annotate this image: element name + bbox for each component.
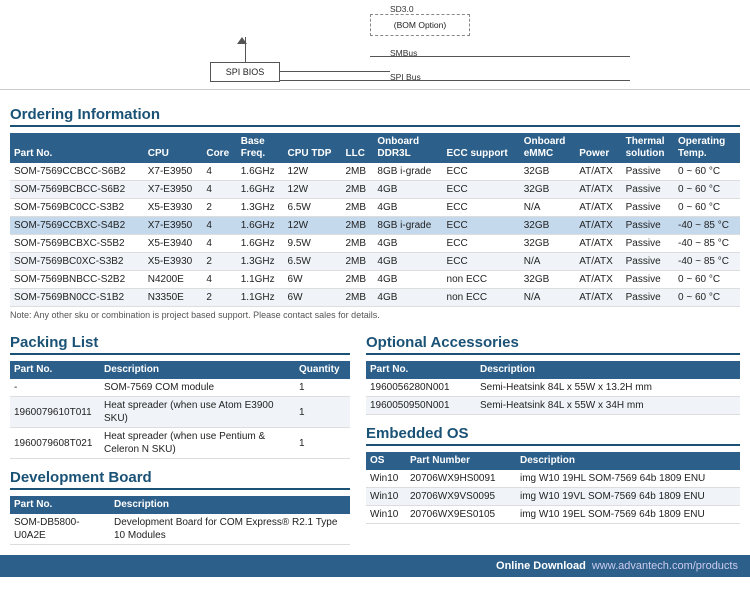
col-ecc: ECC support [443,133,520,163]
dev-col-desc: Description [110,496,350,514]
embedded-os-section: Embedded OS OS Part Number Description W… [366,425,740,524]
table-row: SOM-7569BN0CC-S1B2N3350E21.1GHz6W2MB4GBn… [10,289,740,307]
table-row: Win1020706WX9VS0095img W10 19VL SOM-7569… [366,488,740,506]
table-row: SOM-7569BC0XC-S3B2X5-E393021.3GHz6.5W2MB… [10,253,740,271]
col-core: Core [202,133,236,163]
h-arrow [280,71,390,72]
table-row: SOM-DB5800-U0A2EDevelopment Board for CO… [10,514,350,545]
col-freq: BaseFreq. [237,133,284,163]
optional-header-row: Part No. Description [366,361,740,379]
col-ddr: OnboardDDR3L [373,133,442,163]
table-row: SOM-7569BCBXC-S5B2X5-E394041.6GHz9.5W2MB… [10,235,740,253]
col-temp: OperatingTemp. [674,133,740,163]
table-row: SOM-7569CCBXC-S4B2X7-E395041.6GHz12W2MB8… [10,217,740,235]
opt-col-part: Part No. [366,361,476,379]
table-row: Win1020706WX9ES0105img W10 19EL SOM-7569… [366,506,740,524]
table-row: -SOM-7569 COM module1 [10,379,350,397]
col-cpu: CPU [144,133,203,163]
embedded-os-title: Embedded OS [366,425,740,446]
packing-title: Packing List [10,334,350,355]
os-header-row: OS Part Number Description [366,452,740,470]
sd30-label: SD3.0 [390,4,414,14]
packing-table: Part No. Description Quantity -SOM-7569 … [10,361,350,459]
os-col-os: OS [366,452,406,470]
devboard-header-row: Part No. Description [10,496,350,514]
pack-col-desc: Description [100,361,295,379]
os-col-partnum: Part Number [406,452,516,470]
footer-label: Online Download [496,560,586,572]
col-power: Power [575,133,621,163]
lower-section: Packing List Part No. Description Quanti… [10,326,740,545]
pack-col-part: Part No. [10,361,100,379]
table-row: SOM-7569BNBCC-S2B2N4200E41.1GHz6W2MB4GBn… [10,271,740,289]
diagram-section: SD3.0 (BOM Option) SMBus SPI BIOS SPI Bu… [0,0,750,90]
table-row: 1960056280N001Semi-Heatsink 84L x 55W x … [366,379,740,397]
dev-col-part: Part No. [10,496,110,514]
optional-table: Part No. Description 1960056280N001Semi-… [366,361,740,415]
col-emmc: OnboardeMMC [520,133,575,163]
table-row: SOM-7569BC0CC-S3B2X5-E393021.3GHz6.5W2MB… [10,199,740,217]
col-part: Part No. [10,133,144,163]
ordering-header-row: Part No. CPU Core BaseFreq. CPU TDP LLC … [10,133,740,163]
right-column: Optional Accessories Part No. Descriptio… [366,326,740,545]
ordering-table: Part No. CPU Core BaseFreq. CPU TDP LLC … [10,133,740,307]
arrow-up [237,37,247,44]
table-row: SOM-7569CCBCC-S6B2X7-E395041.6GHz12W2MB8… [10,163,740,181]
ordering-title: Ordering Information [10,106,740,127]
footer-url: www.advantech.com/products [592,560,738,572]
devboard-section: Development Board Part No. Description S… [10,469,350,545]
left-column: Packing List Part No. Description Quanti… [10,326,350,545]
table-row: Win1020706WX9HS0091img W10 19HL SOM-7569… [366,470,740,488]
os-col-desc: Description [516,452,740,470]
main-content: Ordering Information Part No. CPU Core B… [0,90,750,545]
table-row: 1960079608T021Heat spreader (when use Pe… [10,428,350,459]
table-row: SOM-7569BCBCC-S6B2X7-E395041.6GHz12W2MB4… [10,181,740,199]
col-tdp: CPU TDP [284,133,342,163]
table-row: 1960079610T011Heat spreader (when use At… [10,397,350,428]
optional-title: Optional Accessories [366,334,740,355]
bom-option-box: (BOM Option) [370,14,470,36]
footer-bar: Online Download www.advantech.com/produc… [0,555,750,577]
pack-col-qty: Quantity [295,361,350,379]
spi-bios-box: SPI BIOS [210,62,280,82]
embedded-os-table: OS Part Number Description Win1020706WX9… [366,452,740,524]
devboard-table: Part No. Description SOM-DB5800-U0A2EDev… [10,496,350,545]
spi-bus-line [280,80,630,81]
table-row: 1960050950N001Semi-Heatsink 84L x 55W x … [366,397,740,415]
smbus-line [370,56,630,57]
devboard-title: Development Board [10,469,350,490]
opt-col-desc: Description [476,361,740,379]
col-llc: LLC [342,133,374,163]
ordering-note: Note: Any other sku or combination is pr… [10,310,740,320]
col-thermal: Thermalsolution [622,133,674,163]
packing-header-row: Part No. Description Quantity [10,361,350,379]
